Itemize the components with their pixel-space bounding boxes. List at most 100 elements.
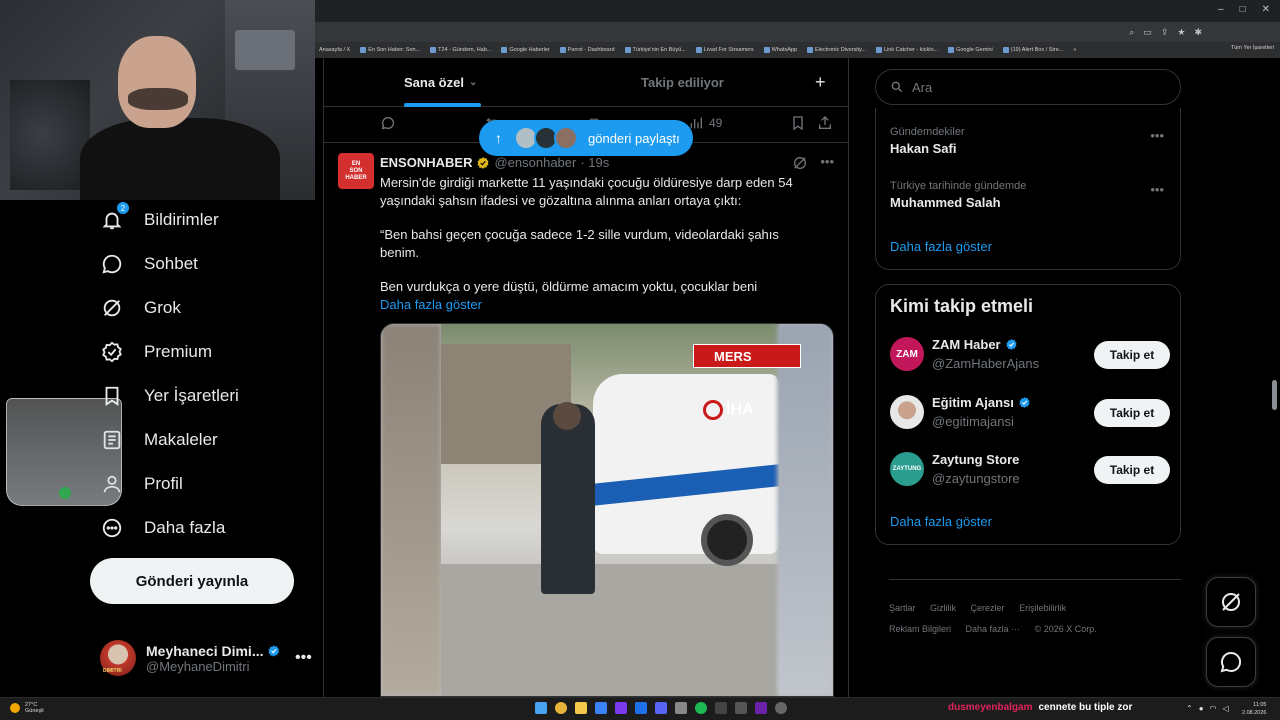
minimize-button[interactable]: –	[1218, 4, 1224, 15]
messages-fab-button[interactable]	[1206, 637, 1256, 687]
webcam-overlay	[0, 0, 315, 200]
tab-for-you[interactable]: Sana özel ⌄	[404, 58, 482, 107]
tweet-author-name[interactable]: ENSONHABER	[380, 155, 472, 170]
bookmark-item[interactable]: Parrot - Dashboard	[559, 47, 615, 53]
account-switcher[interactable]: Meyhaneci Dimi... @MeyhaneDimitri •••	[100, 638, 315, 678]
tweet-time[interactable]: · 19s	[580, 155, 609, 170]
tab-following[interactable]: Takip ediliyor	[641, 58, 724, 107]
post-button[interactable]: Gönderi yayınla	[90, 558, 294, 604]
nav-notifications[interactable]: 2 Bildirimler	[100, 201, 219, 232]
folder-icon[interactable]	[575, 702, 587, 714]
bookmark-button[interactable]	[790, 115, 806, 131]
bookmark-item[interactable]: Google Haberler	[501, 47, 550, 53]
chevron-up-icon[interactable]: ⌃	[1186, 704, 1193, 713]
app-icon[interactable]	[675, 702, 687, 714]
add-tab-button[interactable]: +	[815, 72, 826, 93]
maximize-button[interactable]: □	[1240, 4, 1246, 15]
follow-suggestion[interactable]: ZAM ZAM Haber @ZamHaberAjans Takip et	[890, 335, 1170, 375]
app-icon[interactable]	[735, 702, 747, 714]
bookmark-item[interactable]: (19) Alert Box / Stre...	[1002, 47, 1063, 53]
bookmark-item[interactable]: T24 - Gündem, Hab...	[430, 47, 491, 53]
grok-icon[interactable]	[792, 155, 808, 171]
app-icon[interactable]	[755, 702, 767, 714]
windows-start-icon[interactable]	[535, 702, 547, 714]
trend-item[interactable]: Türkiye tarihinde gündemde Muhammed Sala…	[890, 180, 1026, 210]
tweet-paragraph: Mersin'de girdiği markette 11 yaşındaki …	[380, 175, 793, 208]
bookmark-item[interactable]: Electronic Diversity...	[807, 47, 866, 53]
follow-suggestion[interactable]: ZAYTUNG Zaytung Store @zaytungstore Taki…	[890, 450, 1170, 490]
extension-icon[interactable]: ✱	[1194, 27, 1202, 38]
app-icon[interactable]	[775, 702, 787, 714]
app-icon[interactable]	[595, 702, 607, 714]
footer-link[interactable]: Çerezler	[971, 603, 1005, 613]
clock[interactable]: 11:05 2.08.2026	[1242, 701, 1266, 717]
more-dots-icon[interactable]: •••	[820, 155, 834, 171]
steam-icon[interactable]	[635, 702, 647, 714]
follow-button[interactable]: Takip et	[1094, 341, 1170, 369]
bookmark-item[interactable]: Anasayfa / X	[319, 47, 350, 53]
share-button[interactable]	[817, 115, 833, 131]
tweet-author-handle[interactable]: @ensonhaber	[494, 155, 576, 170]
bookmark-favicon-icon	[1002, 47, 1009, 53]
taskbar: 27°C Güneşli dusmeyenbalgam cennete bu ti…	[0, 697, 1280, 720]
system-tray: ⌃ ● ◠ ◁	[1186, 704, 1229, 713]
bookmark-item[interactable]: Google Gemini	[948, 47, 993, 53]
avatar[interactable]: EN SON HABER	[338, 153, 374, 189]
follow-show-more-link[interactable]: Daha fazla göster	[890, 514, 992, 529]
bookmark-item[interactable]: En Son Haber: Son...	[360, 47, 420, 53]
views-button[interactable]: 49	[688, 115, 722, 131]
nav-grok[interactable]: Grok	[100, 296, 181, 320]
bookmark-item[interactable]: WhatsApp	[763, 47, 797, 53]
show-more-link[interactable]: Daha fazla göster	[380, 296, 820, 314]
avatar: ZAYTUNG	[890, 452, 924, 486]
share-icon[interactable]: ⇪	[1161, 27, 1169, 38]
volume-icon[interactable]: ◁	[1223, 704, 1229, 713]
follow-suggestion[interactable]: Eğitim Ajansı @egitimajansi Takip et	[890, 393, 1170, 433]
app-icon[interactable]	[615, 702, 627, 714]
footer-link[interactable]: Gizlilik	[930, 603, 956, 613]
all-bookmarks-button[interactable]: Tüm Yer İşaretleri	[1231, 45, 1274, 51]
zoom-icon[interactable]: ⌕	[1129, 27, 1134, 38]
spotify-icon[interactable]	[695, 702, 707, 714]
nav-chat[interactable]: Sohbet	[100, 252, 198, 276]
more-dots-icon[interactable]: •••	[295, 649, 312, 667]
bookmarks-overflow-button[interactable]: »	[1073, 47, 1076, 53]
grok-fab-button[interactable]	[1206, 577, 1256, 627]
footer-link[interactable]: Erişilebilirlik	[1019, 603, 1066, 613]
discord-icon[interactable]	[655, 702, 667, 714]
nav-more[interactable]: Daha fazla	[100, 516, 225, 540]
footer-link[interactable]: Şartlar	[889, 603, 916, 613]
follow-button[interactable]: Takip et	[1094, 456, 1170, 484]
footer-link[interactable]: Daha fazla ···	[966, 624, 1021, 634]
nav-premium[interactable]: Premium	[100, 340, 212, 364]
close-window-button[interactable]: ✕	[1262, 4, 1270, 15]
tweet[interactable]: EN SON HABER ENSONHABER @ensonhaber · 19…	[324, 143, 848, 697]
search-input[interactable]	[912, 79, 1152, 95]
profile-name: Meyhaneci Dimi...	[146, 642, 264, 659]
video-person-head	[553, 402, 581, 430]
app-icon[interactable]	[715, 702, 727, 714]
footer-link[interactable]: Reklam Bilgileri	[889, 624, 951, 634]
weather-widget[interactable]: 27°C Güneşli	[10, 702, 44, 714]
tweet-video[interactable]: MERS İHA	[380, 323, 834, 697]
more-dots-icon[interactable]: •••	[1150, 128, 1164, 143]
bookmark-label: T24 - Gündem, Hab...	[438, 47, 492, 53]
bookmark-item[interactable]: Link Catcher - kicklo...	[875, 47, 938, 53]
mic-icon[interactable]: ●	[1199, 704, 1204, 713]
wifi-icon[interactable]: ◠	[1210, 704, 1217, 713]
star-icon[interactable]: ★	[1177, 27, 1185, 38]
views-count: 49	[709, 116, 723, 130]
trend-item[interactable]: Gündemdekiler Hakan Safi	[890, 126, 965, 156]
bookmark-item[interactable]: Livad For Streamers	[695, 47, 754, 53]
nav-label: Sohbet	[144, 254, 198, 273]
bookmarks-bar: Anasayfa / X En Son Haber: Son... T24 - …	[315, 42, 1280, 58]
trends-show-more-link[interactable]: Daha fazla göster	[890, 239, 992, 254]
chrome-icon[interactable]	[555, 702, 567, 714]
chat-icon	[1220, 651, 1242, 673]
page-scrollbar[interactable]	[1272, 380, 1277, 410]
follow-button[interactable]: Takip et	[1094, 399, 1170, 427]
more-dots-icon[interactable]: •••	[1150, 182, 1164, 197]
reply-button[interactable]	[380, 115, 396, 131]
bookmark-item[interactable]: Türkiye'nin En Büyü...	[624, 47, 686, 53]
cast-icon[interactable]: ▭	[1143, 27, 1152, 38]
